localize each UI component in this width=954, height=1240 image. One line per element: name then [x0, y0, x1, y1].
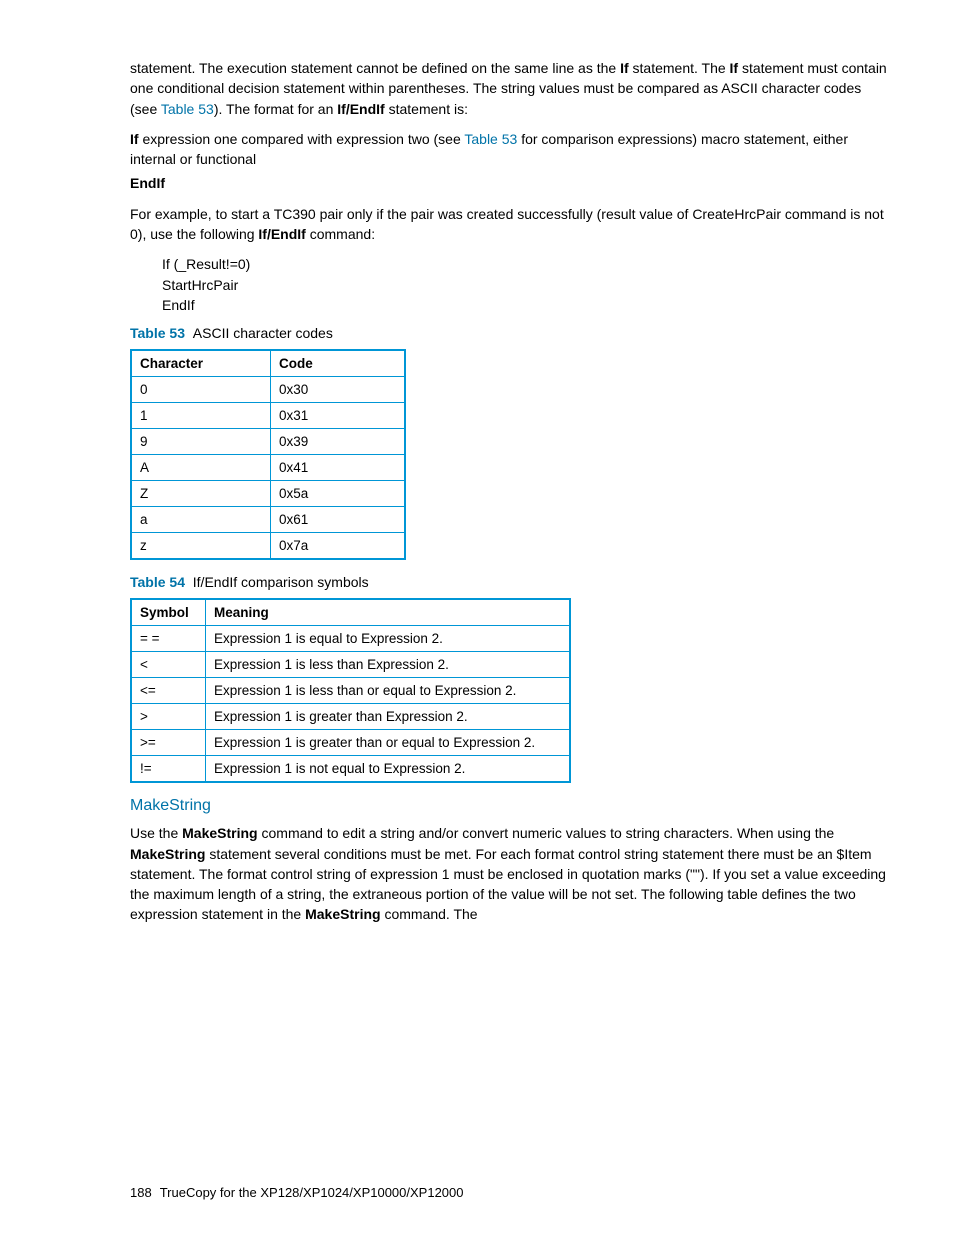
- table-54-body: = =Expression 1 is equal to Expression 2…: [131, 626, 570, 783]
- table-row: z0x7a: [131, 533, 405, 560]
- col-code: Code: [271, 350, 406, 377]
- table-53: Character Code 00x3010x3190x39A0x41Z0x5a…: [130, 349, 406, 560]
- text: command:: [306, 226, 375, 242]
- code-line: EndIf: [162, 295, 889, 315]
- table-row: = =Expression 1 is equal to Expression 2…: [131, 626, 570, 652]
- table-row: Z0x5a: [131, 481, 405, 507]
- page-content: statement. The execution statement canno…: [0, 0, 954, 1240]
- text: ). The format for an: [214, 101, 337, 117]
- code-example: If (_Result!=0) StartHrcPair EndIf: [162, 254, 889, 315]
- col-meaning: Meaning: [206, 599, 571, 626]
- table-cell: A: [131, 455, 271, 481]
- bold: MakeString: [305, 906, 380, 922]
- text: For example, to start a TC390 pair only …: [130, 206, 884, 242]
- col-character: Character: [131, 350, 271, 377]
- table-cell: Expression 1 is not equal to Expression …: [206, 756, 571, 783]
- table-row: a0x61: [131, 507, 405, 533]
- paragraph-3: For example, to start a TC390 pair only …: [130, 204, 889, 245]
- text: Use the: [130, 825, 182, 841]
- table-header-row: Symbol Meaning: [131, 599, 570, 626]
- table-cell: 0x61: [271, 507, 406, 533]
- bold: MakeString: [130, 846, 205, 862]
- code-line: If (_Result!=0): [162, 254, 889, 274]
- text: statement is:: [385, 101, 468, 117]
- table-cell: >: [131, 704, 206, 730]
- table-cell: Z: [131, 481, 271, 507]
- table-title: If/EndIf comparison symbols: [193, 574, 369, 590]
- table-cell: >=: [131, 730, 206, 756]
- table-cell: 0x7a: [271, 533, 406, 560]
- table-cell: <=: [131, 678, 206, 704]
- table-53-body: 00x3010x3190x39A0x41Z0x5aa0x61z0x7a: [131, 377, 405, 560]
- table-cell: Expression 1 is less than or equal to Ex…: [206, 678, 571, 704]
- table-cell: Expression 1 is less than Expression 2.: [206, 652, 571, 678]
- bold: If: [730, 60, 739, 76]
- table-cell: 0: [131, 377, 271, 403]
- table-cell: = =: [131, 626, 206, 652]
- table-cell: 0x5a: [271, 481, 406, 507]
- table-cell: 0x30: [271, 377, 406, 403]
- code-line: StartHrcPair: [162, 275, 889, 295]
- text: command to edit a string and/or convert …: [258, 825, 835, 841]
- table-cell: Expression 1 is equal to Expression 2.: [206, 626, 571, 652]
- table-cell: 0x39: [271, 429, 406, 455]
- table-cell: 9: [131, 429, 271, 455]
- bold: MakeString: [182, 825, 257, 841]
- paragraph-1: statement. The execution statement canno…: [130, 58, 889, 119]
- table-header-row: Character Code: [131, 350, 405, 377]
- text: statement. The: [629, 60, 730, 76]
- table-53-link[interactable]: Table 53: [464, 131, 517, 147]
- bold: If/EndIf: [337, 101, 384, 117]
- table-54-caption: Table 54 If/EndIf comparison symbols: [130, 574, 889, 590]
- makestring-heading: MakeString: [130, 797, 889, 815]
- table-label: Table 54: [130, 574, 185, 590]
- col-symbol: Symbol: [131, 599, 206, 626]
- table-cell: a: [131, 507, 271, 533]
- table-row: >=Expression 1 is greater than or equal …: [131, 730, 570, 756]
- table-label: Table 53: [130, 325, 185, 341]
- table-row: 00x30: [131, 377, 405, 403]
- footer-text: TrueCopy for the XP128/XP1024/XP10000/XP…: [160, 1185, 464, 1200]
- table-cell: 0x31: [271, 403, 406, 429]
- table-row: 10x31: [131, 403, 405, 429]
- table-cell: Expression 1 is greater than or equal to…: [206, 730, 571, 756]
- table-row: 90x39: [131, 429, 405, 455]
- table-53-link[interactable]: Table 53: [161, 101, 214, 117]
- page-number: 188: [130, 1185, 152, 1200]
- table-54: Symbol Meaning = =Expression 1 is equal …: [130, 598, 571, 783]
- table-row: >Expression 1 is greater than Expression…: [131, 704, 570, 730]
- table-cell: 0x41: [271, 455, 406, 481]
- bold: If: [130, 131, 139, 147]
- text: statement several conditions must be met…: [130, 846, 886, 923]
- table-cell: Expression 1 is greater than Expression …: [206, 704, 571, 730]
- table-cell: z: [131, 533, 271, 560]
- table-cell: !=: [131, 756, 206, 783]
- table-cell: 1: [131, 403, 271, 429]
- text: command. The: [381, 906, 478, 922]
- table-row: <=Expression 1 is less than or equal to …: [131, 678, 570, 704]
- page-footer: 188 TrueCopy for the XP128/XP1024/XP10000…: [130, 1185, 889, 1200]
- bold: If: [620, 60, 629, 76]
- table-title: ASCII character codes: [193, 325, 333, 341]
- bold: EndIf: [130, 175, 165, 191]
- table-row: !=Expression 1 is not equal to Expressio…: [131, 756, 570, 783]
- table-53-caption: Table 53 ASCII character codes: [130, 325, 889, 341]
- makestring-paragraph: Use the MakeString command to edit a str…: [130, 823, 889, 924]
- bold: If/EndIf: [258, 226, 305, 242]
- text: statement. The execution statement canno…: [130, 60, 620, 76]
- text: expression one compared with expression …: [139, 131, 465, 147]
- table-cell: <: [131, 652, 206, 678]
- table-row: <Expression 1 is less than Expression 2.: [131, 652, 570, 678]
- table-row: A0x41: [131, 455, 405, 481]
- paragraph-2: If expression one compared with expressi…: [130, 129, 889, 194]
